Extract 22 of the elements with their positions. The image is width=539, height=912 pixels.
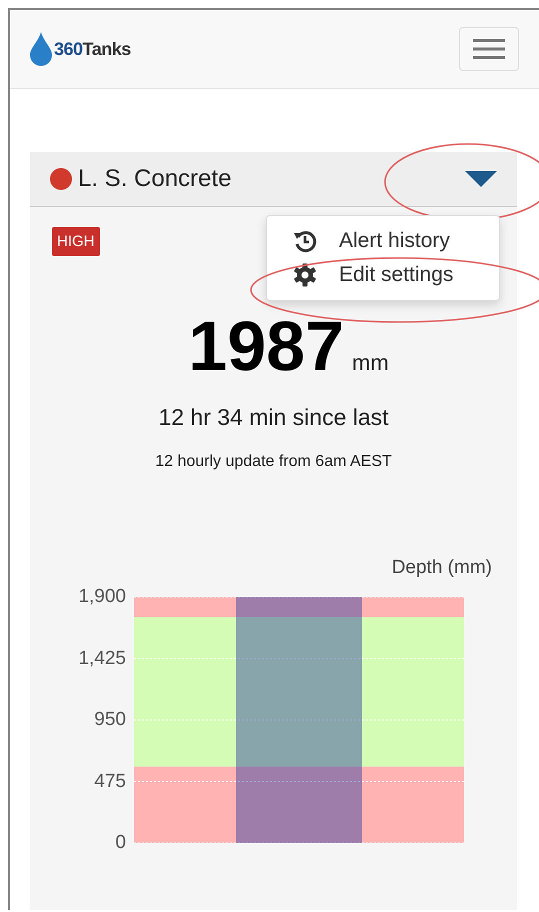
depth-reading: 1987 xyxy=(188,307,344,385)
brand-logo[interactable]: 360Tanks xyxy=(54,38,131,60)
history-icon xyxy=(293,229,317,253)
update-note: 12 hourly update from 6am AEST xyxy=(154,453,393,471)
status-badge: HIGH xyxy=(52,227,100,256)
status-dot xyxy=(50,168,72,190)
axis-tick-label: 0 xyxy=(115,832,126,854)
caret-icon xyxy=(465,171,497,187)
axis-tick-label: 950 xyxy=(94,709,126,731)
dropdown-button[interactable] xyxy=(465,171,497,187)
axis-title: Depth (mm) xyxy=(390,557,492,579)
menu-icon xyxy=(473,38,505,60)
menu-item[interactable]: Alert history xyxy=(267,224,499,258)
unit-label: mm xyxy=(352,350,389,375)
tank-name: L. S. Concrete xyxy=(78,165,232,193)
water-drop-icon xyxy=(30,32,52,66)
menu-button[interactable] xyxy=(459,27,519,71)
time-since-text: 12 hr 34 min since last xyxy=(157,404,390,431)
gear-icon xyxy=(293,263,317,287)
axis-tick-label: 475 xyxy=(94,770,126,792)
axis-tick-label: 1,900 xyxy=(78,586,126,608)
axis-tick-label: 1,425 xyxy=(78,648,126,670)
